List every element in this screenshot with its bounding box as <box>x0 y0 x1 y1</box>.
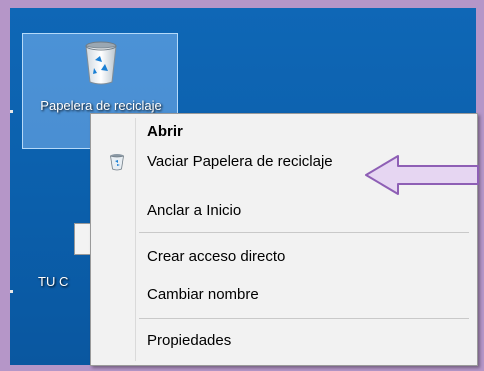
menu-item-label: Abrir <box>147 123 183 140</box>
menu-item-abrir[interactable]: Abrir <box>91 119 477 145</box>
menu-item-label: Anclar a Inicio <box>147 202 242 219</box>
menu-item-label: Crear acceso directo <box>147 248 286 265</box>
desktop-dot <box>10 290 13 293</box>
left-pointing-arrow-icon <box>365 155 479 195</box>
desktop-item-label: TU C <box>38 274 69 289</box>
recycle-bin-small-icon <box>110 154 124 171</box>
menu-item-label: Cambiar nombre <box>147 286 259 303</box>
menu-separator <box>139 318 469 319</box>
menu-item-label: Propiedades <box>147 332 232 349</box>
menu-item-cambiar-nombre[interactable]: Cambiar nombre <box>91 282 477 308</box>
menu-item-propiedades[interactable]: Propiedades <box>91 328 477 354</box>
recycle-bin-label: Papelera de reciclaje <box>40 98 162 113</box>
menu-item-label: Vaciar Papelera de reciclaje <box>147 153 333 170</box>
menu-separator <box>139 232 469 233</box>
menu-item-anclar-inicio[interactable]: Anclar a Inicio <box>91 198 477 224</box>
desktop-dot <box>10 110 13 113</box>
recycle-bin-icon <box>85 41 117 85</box>
menu-item-crear-acceso-directo[interactable]: Crear acceso directo <box>91 244 477 270</box>
